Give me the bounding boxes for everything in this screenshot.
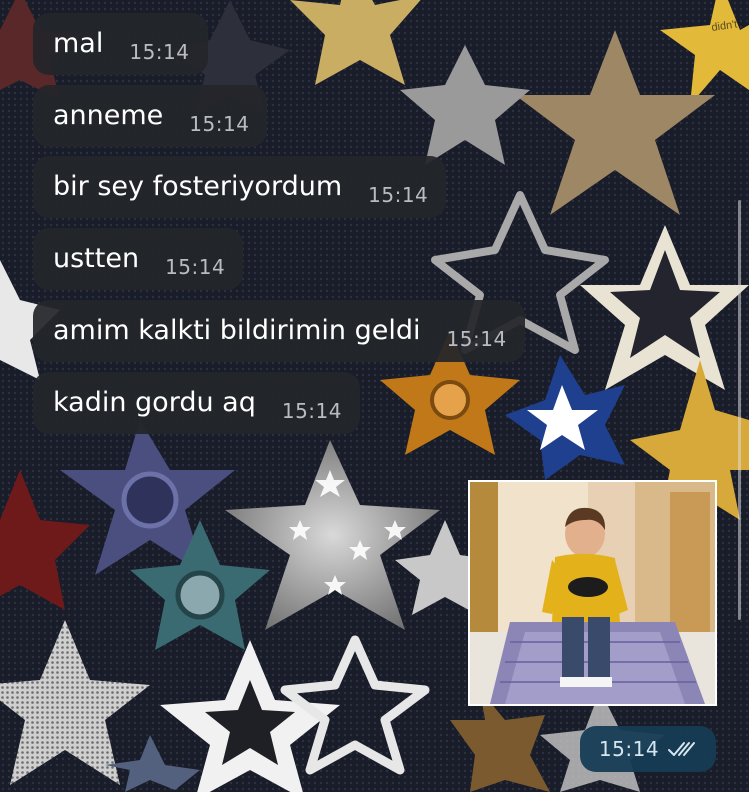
message-bubble-incoming[interactable]: mal 15:14 bbox=[33, 13, 208, 75]
message-bubble-incoming[interactable]: kadin gordu aq 15:14 bbox=[33, 372, 360, 434]
message-time: 15:14 bbox=[189, 112, 250, 136]
message-text: anneme bbox=[53, 100, 164, 131]
photo-message[interactable] bbox=[468, 480, 717, 706]
double-check-icon bbox=[668, 742, 696, 756]
message-time: 15:14 bbox=[165, 255, 226, 279]
message-bubble-incoming[interactable]: anneme 15:14 bbox=[33, 85, 268, 147]
message-text: kadin gordu aq bbox=[53, 387, 256, 418]
message-text: ustten bbox=[53, 243, 140, 274]
message-time: 15:14 bbox=[368, 183, 429, 207]
chat-scrollbar[interactable] bbox=[738, 200, 741, 620]
message-time: 15:14 bbox=[598, 737, 660, 761]
message-text: mal bbox=[53, 28, 104, 59]
message-bubble-incoming[interactable]: ustten 15:14 bbox=[33, 228, 244, 290]
message-bubble-incoming[interactable]: bir sey fosteriyordum 15:14 bbox=[33, 156, 447, 218]
message-time: 15:14 bbox=[281, 399, 342, 423]
message-time: 15:14 bbox=[446, 327, 507, 351]
message-text: amim kalkti bildirimin geldi bbox=[53, 315, 421, 346]
message-bubble-incoming[interactable]: amim kalkti bildirimin geldi 15:14 bbox=[33, 300, 525, 362]
message-text: bir sey fosteriyordum bbox=[53, 171, 343, 202]
photo-image bbox=[470, 482, 715, 704]
message-meta-outgoing: 15:14 bbox=[580, 726, 716, 772]
message-time: 15:14 bbox=[129, 40, 190, 64]
